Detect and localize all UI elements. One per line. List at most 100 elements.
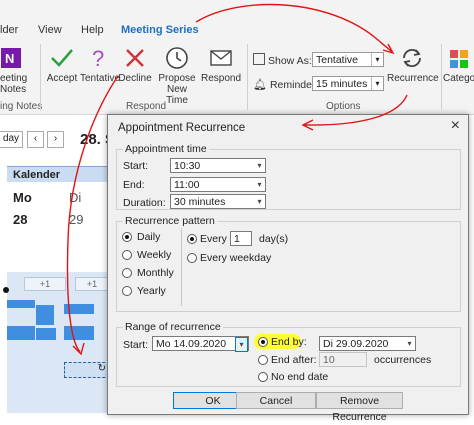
days-unit-label: day(s): [259, 233, 289, 245]
day-number: 29: [69, 212, 84, 227]
chevron-down-icon: ▾: [257, 161, 262, 170]
end-by-label: End by:: [271, 336, 307, 348]
weekly-radio[interactable]: [122, 250, 132, 260]
recurrence-label: Recurrence: [387, 73, 439, 84]
chevron-left-icon: ‹: [33, 133, 38, 144]
reminder-select[interactable]: 15 minutes ▾: [312, 76, 384, 91]
tab-folder[interactable]: lder: [0, 24, 18, 36]
clock-icon: [166, 47, 188, 69]
close-icon[interactable]: ×: [451, 117, 460, 135]
day-name: Mo: [13, 190, 32, 205]
prev-button[interactable]: ‹: [27, 131, 44, 148]
chevron-down-icon: ▾: [257, 180, 262, 189]
tab-help[interactable]: Help: [81, 24, 104, 36]
remove-recurrence-button[interactable]: Remove Recurrence: [316, 392, 403, 423]
chevron-right-icon: ›: [53, 133, 58, 144]
meeting-notes-button[interactable]: N eeting Notes: [0, 46, 27, 95]
every-days-input[interactable]: 1: [230, 231, 252, 246]
daily-radio[interactable]: [122, 232, 132, 242]
start-time-input[interactable]: 10:30 ▾: [170, 158, 266, 173]
current-time-dot: [3, 287, 9, 293]
tentative-button[interactable]: ? Tentative: [80, 46, 120, 84]
chevron-down-icon: ▾: [371, 53, 383, 66]
today-button[interactable]: day: [0, 131, 23, 148]
appointment-block[interactable]: [7, 300, 35, 308]
end-after-input[interactable]: 10: [319, 352, 367, 367]
pattern-divider: [181, 228, 182, 306]
end-after-radio[interactable]: [258, 355, 268, 365]
occurrences-label: occurrences: [374, 354, 432, 366]
chevron-down-icon: ▾: [257, 197, 262, 206]
recurrence-pattern-legend: Recurrence pattern: [123, 215, 217, 227]
recurrence-button[interactable]: Recurrence: [387, 46, 439, 84]
calendar-time-slots[interactable]: [7, 272, 110, 413]
show-as-value: Tentative: [316, 54, 359, 66]
svg-text:?: ?: [92, 46, 104, 70]
dialog-title: Appointment Recurrence: [118, 122, 246, 134]
tab-meeting-series[interactable]: Meeting Series: [121, 24, 199, 40]
respond-label: Respond: [201, 73, 242, 84]
more-items-badge[interactable]: +1: [24, 277, 66, 291]
ribbon-separator-2: [247, 44, 248, 110]
recurrence-icon: [403, 48, 421, 68]
accept-button[interactable]: Accept: [46, 46, 78, 84]
question-icon: ?: [92, 46, 104, 70]
end-time-input[interactable]: 11:00 ▾: [170, 177, 266, 192]
tag-icon: [449, 50, 468, 68]
show-as-select[interactable]: Tentative ▾: [312, 52, 384, 67]
meeting-notes-label-2: Notes: [0, 84, 27, 95]
next-button[interactable]: ›: [47, 131, 64, 148]
group-respond: Respond: [126, 101, 167, 112]
more-items-badge[interactable]: +1: [75, 277, 109, 291]
every-weekday-radio[interactable]: [187, 253, 197, 263]
bell-icon: 🔔︎: [253, 79, 267, 91]
selected-appointment[interactable]: ↻: [64, 362, 110, 378]
appointment-block[interactable]: [64, 304, 94, 314]
end-after-label: End after:: [271, 354, 317, 366]
monthly-radio[interactable]: [122, 268, 132, 278]
end-by-date-value: Di 29.09.2020: [323, 338, 389, 350]
cancel-button[interactable]: Cancel: [236, 392, 316, 409]
appointment-block[interactable]: [7, 326, 35, 340]
recurrence-icon: ↻: [97, 363, 106, 374]
show-as-icon: [253, 53, 265, 65]
yearly-radio[interactable]: [122, 286, 132, 296]
duration-label: Duration:: [123, 197, 166, 209]
appointment-recurrence-dialog: Appointment Recurrence × Appointment tim…: [107, 114, 469, 423]
show-as-label: Show As:: [268, 55, 312, 67]
group-meeting-notes: ing Notes: [0, 101, 43, 112]
tab-view[interactable]: View: [38, 24, 62, 36]
categorize-button[interactable]: Catego: [443, 46, 474, 84]
onenote-icon: N: [1, 48, 21, 68]
every-weekday-label: Every weekday: [200, 252, 272, 264]
no-end-date-radio[interactable]: [258, 372, 268, 382]
day-number: 28: [13, 212, 28, 227]
reminder-value: 15 minutes: [316, 78, 368, 90]
appointment-block[interactable]: [36, 328, 56, 340]
show-as-row: Show As:: [253, 53, 312, 67]
svg-text:N: N: [5, 51, 14, 66]
weekly-label: Weekly: [137, 249, 172, 261]
respond-button[interactable]: Respond: [201, 46, 241, 84]
end-by-date-select[interactable]: Di 29.09.2020 ▾: [319, 336, 416, 351]
propose-new-time-button[interactable]: Propose New Time: [155, 46, 199, 106]
day-column-mo[interactable]: Mo 28: [7, 182, 66, 272]
every-n-days-radio[interactable]: [187, 234, 197, 244]
duration-select[interactable]: 30 minutes ▾: [170, 194, 266, 209]
duration-value: 30 minutes: [174, 196, 226, 208]
day-name: Di: [69, 190, 82, 205]
decline-button[interactable]: Decline: [118, 46, 152, 84]
chevron-down-icon: ▾: [371, 77, 383, 90]
monthly-label: Monthly: [137, 267, 174, 279]
x-icon: [126, 49, 144, 67]
propose-label: Propose: [158, 73, 196, 84]
group-options: Options: [326, 101, 361, 112]
end-by-radio[interactable]: [258, 337, 268, 347]
day-column-di[interactable]: Di 29: [63, 182, 111, 272]
range-start-value: Mo 14.09.2020: [156, 338, 227, 350]
propose-label-2: New Time: [166, 84, 188, 106]
range-start-select[interactable]: Mo 14.09.2020 ▾: [152, 336, 249, 352]
appointment-block[interactable]: [64, 326, 94, 340]
appointment-block[interactable]: [36, 305, 54, 325]
chevron-down-icon: ▾: [407, 339, 412, 348]
